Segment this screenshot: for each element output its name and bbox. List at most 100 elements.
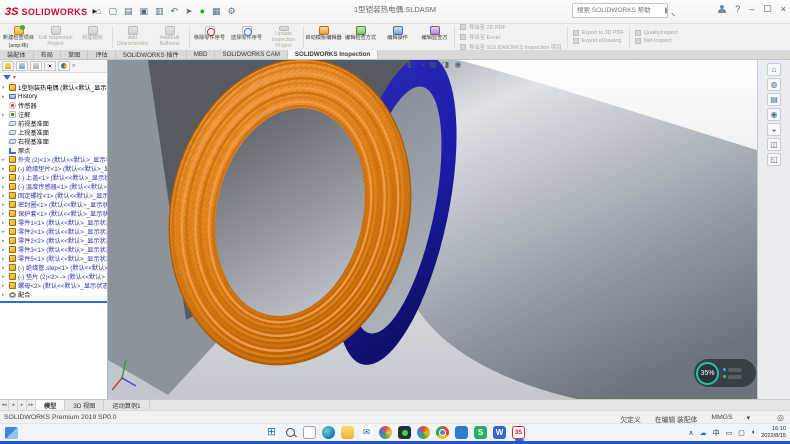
featuremanager-tab[interactable] (2, 61, 14, 71)
file-explorer-icon[interactable]: ▤ (767, 93, 781, 106)
file-explorer-icon[interactable] (341, 426, 354, 439)
design-library-icon[interactable]: ◍ (767, 78, 781, 91)
tree-item[interactable]: ▸零件3<1> (默认<<默认>_显示状态 (0, 245, 107, 254)
edit-inspection-method-button[interactable]: 编辑检查方式 (342, 24, 379, 50)
tree-item[interactable]: ▸(-) 上盖<1> (默认<<默认>_显示状 (0, 173, 107, 182)
propertymanager-tab[interactable] (16, 61, 28, 71)
tab-assembly[interactable]: 装配体 (0, 50, 34, 59)
new-document-icon[interactable]: ▢ (108, 3, 117, 19)
s-app-icon[interactable]: S (474, 426, 487, 439)
overlay-toggle-2[interactable] (723, 375, 742, 379)
restore-button[interactable]: ▢ (763, 3, 772, 14)
blue-app-icon[interactable] (455, 426, 468, 439)
zoom-level-badge[interactable]: 35% (696, 362, 719, 385)
keyboard-icon[interactable]: ▭ (726, 429, 733, 437)
select-balloons-button[interactable]: 选择零件序号 (228, 24, 265, 50)
previous-view-icon[interactable]: ↺ (395, 60, 402, 69)
configurationmanager-tab[interactable] (30, 61, 42, 71)
zoom-fit-icon[interactable]: ◻ (371, 60, 378, 69)
tab-addins[interactable]: SOLIDWORKS 插件 (116, 50, 187, 59)
appearances-icon[interactable]: ◒ (767, 123, 781, 136)
select-icon[interactable]: ➤ (185, 3, 193, 19)
tab-3d-views[interactable]: 3D 视图 (65, 400, 104, 410)
status-help-icon[interactable]: ◎ (777, 413, 784, 422)
viewport-canvas[interactable]: ◻ ◰ ↺ ◧ ◑ ▦ ◨ ◉ 35% (108, 60, 757, 399)
net-inspect-button[interactable]: Net-Inspect (635, 38, 678, 44)
tree-item[interactable]: ▸(-) 垫片 (2)<2> -> (默认<<默认> (0, 272, 107, 281)
dimxpert-tab[interactable] (44, 61, 56, 71)
update-inspection-project-button[interactable]: Update Inspection Project (265, 24, 302, 50)
filter-dropdown-icon[interactable]: ▾ (13, 74, 16, 81)
appearance-icon[interactable]: ◑ (419, 60, 424, 69)
add-characteristic-button[interactable]: Add Characteristic (114, 24, 151, 50)
network-icon[interactable]: ▢ (738, 429, 745, 437)
view-orientation-icon[interactable]: ◨ (442, 60, 450, 69)
forum-icon[interactable]: ◱ (767, 153, 781, 166)
remove-balloons-button[interactable]: 移除零件序号 (191, 24, 228, 50)
tree-item[interactable]: ▸固定螺栓<1> (默认<<默认>_显示 (0, 191, 107, 200)
tree-item[interactable]: ▸外壳 (2)<1> (默认<<默认>_显示状 (0, 155, 107, 164)
wps-icon[interactable]: W (493, 426, 506, 439)
home-icon[interactable]: ⌂ (767, 63, 781, 76)
photos-icon[interactable] (379, 426, 392, 439)
tree-item[interactable]: 传感器 (0, 101, 107, 110)
help-search[interactable] (572, 3, 668, 18)
tree-item[interactable]: ▸零件2<1> (默认<<默认>_显示状态 (0, 227, 107, 236)
tree-filter[interactable]: ▾ (0, 73, 107, 83)
tab-evaluate[interactable]: 评估 (88, 50, 115, 59)
edge-browser-icon[interactable] (322, 426, 335, 439)
solidworks-taskbar-icon[interactable]: 3S (512, 426, 525, 439)
zoom-area-icon[interactable]: ◰ (383, 60, 391, 69)
tab-scroll-left-icon[interactable]: ◂ (9, 400, 18, 410)
scene-icon[interactable]: ▦ (429, 60, 437, 69)
help-button[interactable]: ? (735, 4, 740, 14)
close-button[interactable]: × (781, 4, 786, 14)
tree-item[interactable]: ▸(-) 温度传感器<1> (默认<<默认>_ (0, 182, 107, 191)
tab-scroll-last-icon[interactable]: ▸▸ (27, 400, 36, 410)
tab-sketch[interactable]: 草图 (61, 50, 88, 59)
tree-item[interactable]: 右视基准面 (0, 137, 107, 146)
tab-scroll-right-icon[interactable]: ▸ (18, 400, 27, 410)
overlay-toggle-1[interactable] (723, 368, 742, 372)
tab-mbd[interactable]: MBD (187, 50, 216, 59)
qualityinspect-button[interactable]: QualityInspect (635, 30, 678, 36)
home-icon[interactable]: ⌂ (96, 3, 101, 19)
minimize-button[interactable]: – (749, 4, 754, 14)
help-search-input[interactable] (573, 7, 665, 14)
tree-root[interactable]: ▾ 1型铠装热电偶 (默认<默认_显示状态-1 (0, 83, 107, 92)
section-view-icon[interactable]: ◧ (407, 60, 415, 69)
custom-properties-icon[interactable]: ◫ (767, 138, 781, 151)
browser-icon[interactable] (417, 426, 430, 439)
undo-icon[interactable]: ↶ (171, 3, 179, 19)
tray-chevron-icon[interactable]: ∧ (689, 429, 694, 437)
tree-item[interactable]: 前视基准面 (0, 119, 107, 128)
display-settings-icon[interactable]: ▦ (212, 3, 221, 19)
tab-scroll-first-icon[interactable]: ◂◂ (0, 400, 9, 410)
tab-model[interactable]: 模型 (36, 400, 65, 410)
tree-item[interactable]: ▸密封圈<1> (默认<<默认>_显示状 (0, 200, 107, 209)
start-button-icon[interactable]: ⊞ (265, 426, 278, 439)
displaymanager-tab[interactable] (58, 61, 70, 71)
open-icon[interactable]: ▤ (124, 3, 133, 19)
tree-item[interactable]: ▸(-) 绝缘垫片<1> (默认<<默认>_显 (0, 164, 107, 173)
panel-overflow-icon[interactable]: » (72, 63, 75, 69)
clock[interactable]: 16:10 2022/8/15 (761, 426, 786, 440)
tree-item[interactable]: ▸注解 (0, 110, 107, 119)
tab-cam[interactable]: SOLIDWORKS CAM (215, 50, 287, 59)
add-edit-balloons-button[interactable]: Add/Edit Balloons (151, 24, 188, 50)
edit-operation-button[interactable]: 编辑操作 (379, 24, 416, 50)
task-view-icon[interactable] (303, 426, 316, 439)
tree-item[interactable]: 原点 (0, 146, 107, 155)
tree-item[interactable]: ▸保护套<1> (默认<<默认>_显示状 (0, 209, 107, 218)
tree-item[interactable]: ▸配合 (0, 290, 107, 299)
export-excel-button[interactable]: 导出至 Excel (460, 33, 562, 41)
volume-icon[interactable]: ◖ (751, 429, 755, 436)
export-2d-pdf-button[interactable]: 导出至 2D PDF (460, 23, 562, 31)
ime-language[interactable]: 中 (713, 428, 720, 438)
zoom-overlay-widget[interactable]: 35% (694, 359, 756, 387)
search-icon[interactable] (665, 7, 667, 14)
tree-item[interactable]: ▸螺母<2> (默认<<默认>_显示状态 (0, 281, 107, 290)
tree-item[interactable]: ▸零件5<1> (默认<<默认>_显示状态 (0, 254, 107, 263)
export-3d-pdf-button[interactable]: Export to 3D PDF (573, 30, 624, 36)
print-icon[interactable]: ▥ (155, 3, 164, 19)
